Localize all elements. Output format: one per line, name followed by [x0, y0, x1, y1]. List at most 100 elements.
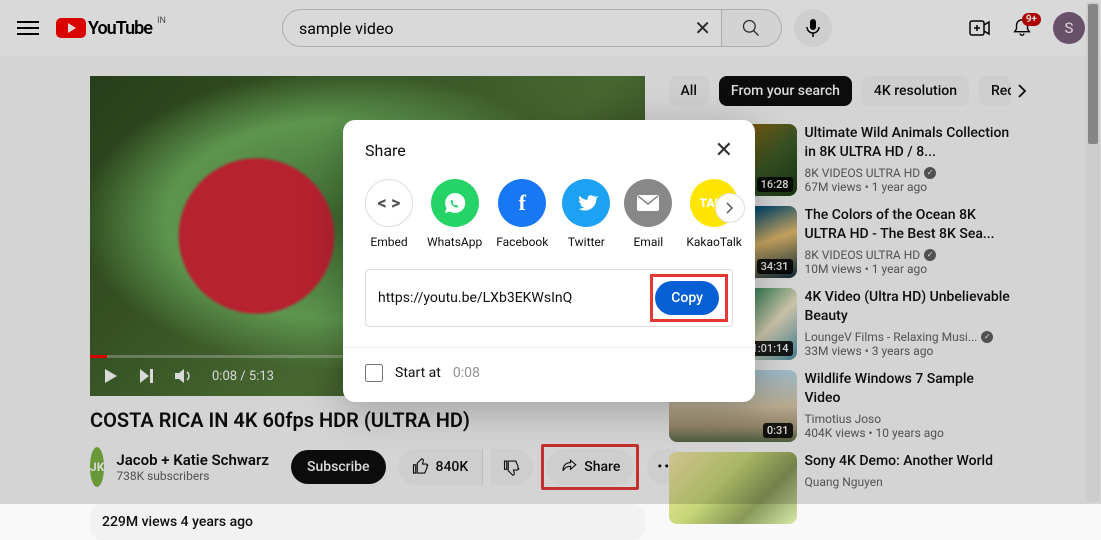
youtube-logo[interactable]: YouTube IN — [56, 18, 152, 39]
description-box[interactable]: 229M views 4 years ago — [90, 504, 645, 540]
recommendation-info: The Colors of the Ocean 8K ULTRA HD - Th… — [805, 206, 1012, 278]
microphone-icon — [805, 18, 821, 38]
start-at-time: 0:08 — [453, 365, 480, 381]
share-url-input[interactable] — [378, 290, 638, 306]
divider — [343, 347, 755, 348]
thumbs-up-icon — [412, 458, 430, 476]
recommendation-info: Ultimate Wild Animals Collection in 8K U… — [805, 124, 1012, 196]
chip-partial[interactable]: Rec — [979, 76, 1011, 106]
clear-icon[interactable]: ✕ — [694, 16, 711, 40]
notification-badge: 9+ — [1022, 13, 1041, 26]
scrollbar[interactable] — [1086, 2, 1100, 502]
recommendation-channel: LoungeV Films - Relaxing Musi... ✓ — [805, 330, 1012, 344]
tutorial-highlight-copy: Copy — [650, 274, 728, 322]
recommendation-info: Wildlife Windows 7 Sample Video Timotius… — [805, 370, 1012, 442]
start-at-label: Start at — [395, 365, 441, 381]
like-button[interactable]: 840K — [398, 449, 484, 485]
duration-badge: 34:31 — [757, 259, 793, 274]
chevron-right-icon — [1013, 82, 1031, 100]
scrollbar-thumb[interactable] — [1088, 4, 1098, 144]
dialog-title: Share — [365, 141, 406, 160]
share-embed[interactable]: < > Embed — [365, 179, 413, 249]
search-icon — [741, 18, 761, 38]
chip-all[interactable]: All — [669, 76, 709, 106]
chip-4k[interactable]: 4K resolution — [862, 76, 969, 106]
search-input[interactable] — [299, 19, 681, 38]
share-targets: < > Embed WhatsApp f Facebook Twitter Em… — [365, 179, 733, 249]
notifications-button[interactable]: 9+ — [1011, 17, 1033, 39]
share-icon — [560, 458, 578, 476]
share-dialog: Share ✕ < > Embed WhatsApp f Facebook Tw… — [343, 120, 755, 402]
recommendation-title: Ultimate Wild Animals Collection in 8K U… — [805, 124, 1012, 162]
verified-icon: ✓ — [981, 331, 993, 343]
start-at-row: Start at 0:08 — [365, 364, 733, 382]
recommendation-meta: 10M views • 1 year ago — [805, 262, 1012, 276]
subscribe-button[interactable]: Subscribe — [291, 450, 386, 484]
recommendation-title: Wildlife Windows 7 Sample Video — [805, 370, 1012, 408]
next-icon[interactable] — [138, 367, 156, 385]
verified-icon: ✓ — [924, 249, 936, 261]
chip-from-search[interactable]: From your search — [719, 76, 852, 106]
recommendation-meta: 404K views • 10 years ago — [805, 426, 1012, 440]
play-icon[interactable] — [102, 367, 120, 385]
create-button[interactable] — [967, 16, 991, 40]
twitter-icon — [562, 179, 610, 227]
channel-info: Jacob + Katie Schwarz 738K subscribers — [116, 451, 269, 483]
chips-next-button[interactable] — [1013, 82, 1031, 100]
duration-badge: 16:28 — [757, 177, 793, 192]
recommendation-channel: 8K VIDEOS ULTRA HD ✓ — [805, 166, 1012, 180]
filter-chips: All From your search 4K resolution Rec — [669, 76, 1012, 106]
search-group: ✕ — [282, 9, 832, 47]
duration-badge: 0:31 — [763, 423, 793, 438]
account-avatar[interactable]: S — [1053, 12, 1085, 44]
share-link-row: Copy — [365, 269, 733, 327]
dialog-header: Share ✕ — [365, 138, 733, 163]
email-icon — [624, 179, 672, 227]
chevron-right-icon — [724, 202, 736, 214]
recommendation-meta: 67M views • 1 year ago — [805, 180, 1012, 194]
recommendation-channel: 8K VIDEOS ULTRA HD ✓ — [805, 248, 1012, 262]
recommendation-title: The Colors of the Ocean 8K ULTRA HD - Th… — [805, 206, 1012, 244]
share-whatsapp[interactable]: WhatsApp — [427, 179, 482, 249]
share-email[interactable]: Email — [624, 179, 672, 249]
close-icon[interactable]: ✕ — [715, 138, 733, 163]
volume-icon[interactable] — [174, 367, 194, 385]
verified-icon: ✓ — [924, 167, 936, 179]
thumbnail — [669, 452, 797, 524]
header-right: 9+ S — [967, 12, 1085, 44]
subscriber-count: 738K subscribers — [116, 469, 269, 483]
facebook-icon: f — [498, 179, 546, 227]
recommendation-item[interactable]: Sony 4K Demo: Another World Quang Nguyen — [669, 452, 1012, 524]
share-twitter[interactable]: Twitter — [562, 179, 610, 249]
recommendation-title: Sony 4K Demo: Another World — [805, 452, 994, 471]
video-title: COSTA RICA IN 4K 60fps HDR (ULTRA HD) — [90, 408, 645, 432]
channel-name[interactable]: Jacob + Katie Schwarz — [116, 451, 269, 469]
create-icon — [967, 16, 991, 40]
search-box: ✕ — [282, 9, 722, 47]
recommendation-channel: Quang Nguyen — [805, 475, 994, 489]
play-icon — [56, 18, 86, 38]
recommendation-info: Sony 4K Demo: Another World Quang Nguyen — [805, 452, 994, 524]
menu-icon[interactable] — [16, 16, 40, 40]
recommendation-channel: Timotius Joso — [805, 412, 1012, 426]
search-button[interactable] — [722, 9, 782, 47]
thumbs-down-icon — [503, 458, 521, 476]
share-targets-next-button[interactable] — [715, 193, 745, 223]
country-code: IN — [157, 16, 166, 26]
recommendation-meta: 33M views • 3 years ago — [805, 344, 1012, 358]
action-buttons: 840K Share ••• — [398, 444, 689, 490]
start-at-checkbox[interactable] — [365, 364, 383, 382]
dislike-button[interactable] — [491, 449, 533, 485]
share-facebook[interactable]: f Facebook — [496, 179, 548, 249]
share-button[interactable]: Share — [546, 449, 634, 485]
whatsapp-icon — [431, 179, 479, 227]
tutorial-highlight-share: Share — [541, 444, 639, 490]
recommendation-info: 4K Video (Ultra HD) Unbelievable Beauty … — [805, 288, 1012, 360]
time-display: 0:08 / 5:13 — [212, 369, 274, 384]
logo-text: YouTube — [88, 18, 152, 39]
copy-button[interactable]: Copy — [655, 281, 719, 315]
voice-search-button[interactable] — [794, 9, 832, 47]
header: YouTube IN ✕ 9+ S — [0, 0, 1101, 56]
channel-avatar[interactable]: JK — [90, 447, 104, 487]
recommendation-title: 4K Video (Ultra HD) Unbelievable Beauty — [805, 288, 1012, 326]
